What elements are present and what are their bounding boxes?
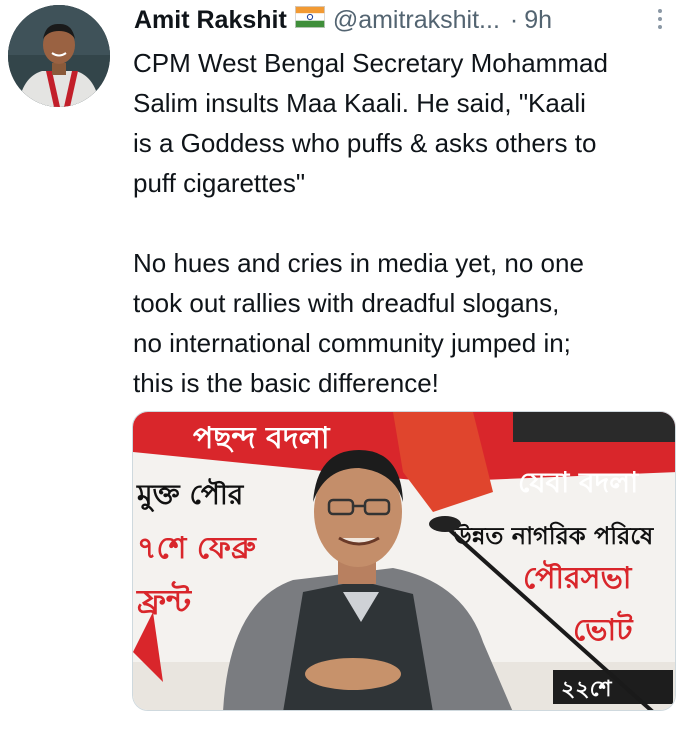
- tweet-text: CPM West Bengal Secretary Mohammad Salim…: [133, 48, 608, 398]
- banner-text-2: যেবা বদলা: [518, 466, 639, 499]
- more-vertical-icon[interactable]: [650, 4, 670, 34]
- banner-text-7: ফ্রন্ট: [136, 581, 193, 620]
- banner-text-1: পছন্দ বদলা: [193, 421, 331, 456]
- banner-text-6: পৌরসভা: [523, 560, 633, 596]
- india-flag-icon: [294, 5, 325, 35]
- author-avatar[interactable]: [8, 5, 110, 107]
- banner-text-3: মুক্ত পৌর: [136, 477, 245, 512]
- header-separator: ·: [509, 5, 519, 34]
- tweet-timestamp[interactable]: 9h: [524, 6, 552, 35]
- banner-text-9: ২২শে: [561, 677, 613, 702]
- author-handle[interactable]: @amitrakshit...: [333, 6, 500, 35]
- banner-text-4: উন্নত নাগরিক পরিষে: [452, 520, 654, 550]
- banner-text-5: ৭শে ফেব্রু: [137, 531, 257, 566]
- tweet-header: Amit Rakshit @amitrakshit... · 9h: [134, 4, 552, 36]
- banner-text-8: ভোট: [573, 610, 634, 648]
- tweet-media-image[interactable]: পছন্দ বদলা যেবা বদলা মুক্ত পৌর উন্নত নাগ…: [132, 411, 676, 711]
- author-name[interactable]: Amit Rakshit: [134, 6, 287, 35]
